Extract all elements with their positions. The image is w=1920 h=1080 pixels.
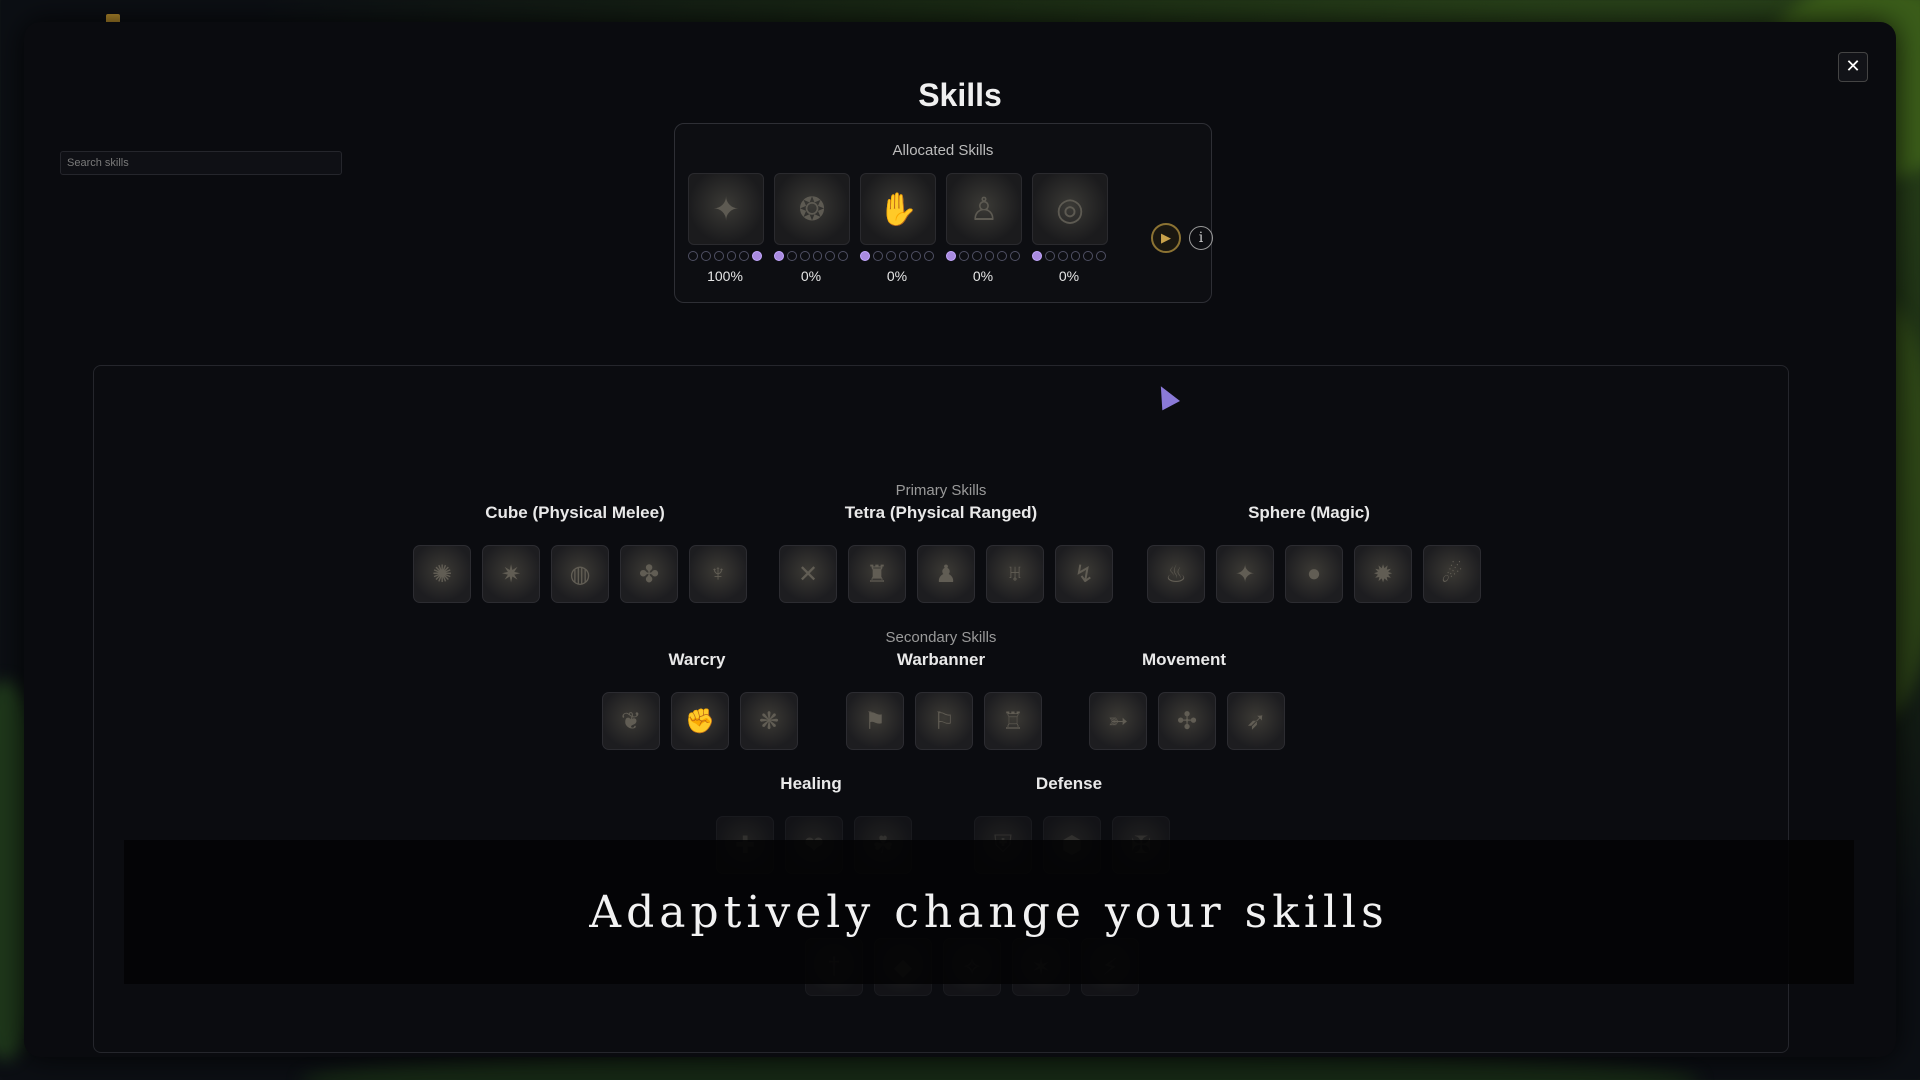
- skill-icon[interactable]: ♆: [689, 545, 747, 603]
- skill-icon[interactable]: ◍: [551, 545, 609, 603]
- skill-level-dots: [946, 251, 1020, 261]
- level-dot: [700, 251, 711, 261]
- skill-icon[interactable]: ✹: [1354, 545, 1412, 603]
- secondary-skills-title: Secondary Skills: [885, 629, 997, 646]
- level-dot: [911, 251, 922, 261]
- skill-icon[interactable]: ↯: [1055, 545, 1113, 603]
- skill-group-title: Sphere (Magic): [1248, 503, 1370, 522]
- skill-icon[interactable]: ✦: [1216, 545, 1274, 603]
- hand-strike-icon[interactable]: ✋: [860, 173, 936, 245]
- level-dot: [1044, 251, 1055, 261]
- skill-row: ✺ ✷ ◍ ✤ ♆: [413, 545, 747, 603]
- skill-icon[interactable]: ♜: [848, 545, 906, 603]
- skill-group-title: Defense: [1035, 774, 1103, 793]
- allocated-slot[interactable]: ❂ 0%: [774, 173, 850, 284]
- search-input[interactable]: [60, 151, 342, 175]
- skill-group-title: Cube (Physical Melee): [485, 503, 665, 522]
- skill-row: ⚑ ⚐ ♖: [846, 692, 1042, 750]
- level-dot: [752, 251, 762, 261]
- skill-percent: 0%: [800, 268, 822, 284]
- level-dot: [860, 251, 870, 261]
- skill-row: ❦ ✊ ❋: [602, 692, 798, 750]
- level-dot: [1010, 251, 1020, 261]
- skill-icon[interactable]: ❋: [740, 692, 798, 750]
- level-dot: [984, 251, 995, 261]
- skill-icon[interactable]: ✕: [779, 545, 837, 603]
- level-dot: [799, 251, 810, 261]
- skill-group-title: Tetra (Physical Ranged): [844, 503, 1038, 522]
- allocated-slot[interactable]: ✦ 100%: [688, 173, 764, 284]
- level-dot: [898, 251, 909, 261]
- info-icon[interactable]: i: [1189, 226, 1213, 250]
- caption-bar: Adaptively change your skills: [124, 840, 1854, 984]
- skill-icon[interactable]: ✺: [413, 545, 471, 603]
- skill-icon[interactable]: ✣: [1158, 692, 1216, 750]
- skill-icon[interactable]: ♅: [986, 545, 1044, 603]
- skill-icon[interactable]: ✊: [671, 692, 729, 750]
- skills-modal: Skills ✕ Allocated Skills ✦ 100% ❂ 0% ✋ 0% ♙ 0%…: [24, 22, 1896, 1057]
- close-button[interactable]: ✕: [1838, 52, 1868, 82]
- skill-icon[interactable]: ➳: [1089, 692, 1147, 750]
- allocated-skills-title: Allocated Skills: [892, 142, 994, 159]
- skill-icon[interactable]: ♨: [1147, 545, 1205, 603]
- skill-row: ✕ ♜ ♟ ♅ ↯: [779, 545, 1113, 603]
- skill-icon[interactable]: ✤: [620, 545, 678, 603]
- level-dot: [739, 251, 750, 261]
- skill-icon[interactable]: ♖: [984, 692, 1042, 750]
- level-dot: [1057, 251, 1068, 261]
- skill-percent: 0%: [972, 268, 994, 284]
- allocated-slot[interactable]: ✋ 0%: [860, 173, 936, 284]
- level-dot: [713, 251, 724, 261]
- level-dot: [1032, 251, 1042, 261]
- skill-icon[interactable]: ➶: [1227, 692, 1285, 750]
- level-dot: [997, 251, 1008, 261]
- level-dot: [688, 251, 698, 261]
- caption-text: Adaptively change your skills: [589, 886, 1389, 938]
- level-dot: [1070, 251, 1081, 261]
- skill-percent: 0%: [886, 268, 908, 284]
- allocated-skills-panel: Allocated Skills ✦ 100% ❂ 0% ✋ 0% ♙ 0% ◎ 0% ▶ i: [674, 123, 1213, 303]
- level-dot: [1083, 251, 1094, 261]
- level-dot: [872, 251, 883, 261]
- skill-icon[interactable]: ❦: [602, 692, 660, 750]
- page-title: Skills: [918, 77, 1002, 113]
- play-icon[interactable]: ▶: [1151, 223, 1181, 253]
- vortex-blade-icon[interactable]: ❂: [774, 173, 850, 245]
- allocated-slot[interactable]: ◎ 0%: [1032, 173, 1108, 284]
- spiral-icon[interactable]: ◎: [1032, 173, 1108, 245]
- level-dot: [958, 251, 969, 261]
- star-burst-icon[interactable]: ✦: [688, 173, 764, 245]
- level-dot: [885, 251, 896, 261]
- skill-icon[interactable]: ●: [1285, 545, 1343, 603]
- skill-row: ➳ ✣ ➶: [1089, 692, 1285, 750]
- figure-icon[interactable]: ♙: [946, 173, 1022, 245]
- level-dot: [812, 251, 823, 261]
- skill-icon[interactable]: ✷: [482, 545, 540, 603]
- level-dot: [971, 251, 982, 261]
- skill-level-dots: [1032, 251, 1106, 261]
- skill-level-dots: [774, 251, 848, 261]
- level-dot: [774, 251, 784, 261]
- skill-group-title: Movement: [1141, 650, 1227, 669]
- skill-level-dots: [688, 251, 762, 261]
- level-dot: [726, 251, 737, 261]
- skill-icon[interactable]: ☄: [1423, 545, 1481, 603]
- level-dot: [786, 251, 797, 261]
- allocated-slot[interactable]: ♙ 0%: [946, 173, 1022, 284]
- level-dot: [1096, 251, 1106, 261]
- skill-icon[interactable]: ⚐: [915, 692, 973, 750]
- level-dot: [924, 251, 934, 261]
- skill-percent: 100%: [707, 268, 743, 284]
- primary-skills-title: Primary Skills: [895, 482, 987, 499]
- skill-row: ♨ ✦ ● ✹ ☄: [1147, 545, 1481, 603]
- level-dot: [825, 251, 836, 261]
- skill-level-dots: [860, 251, 934, 261]
- level-dot: [946, 251, 956, 261]
- skill-icon[interactable]: ♟: [917, 545, 975, 603]
- skill-percent: 0%: [1058, 268, 1080, 284]
- level-dot: [838, 251, 848, 261]
- skill-icon[interactable]: ⚑: [846, 692, 904, 750]
